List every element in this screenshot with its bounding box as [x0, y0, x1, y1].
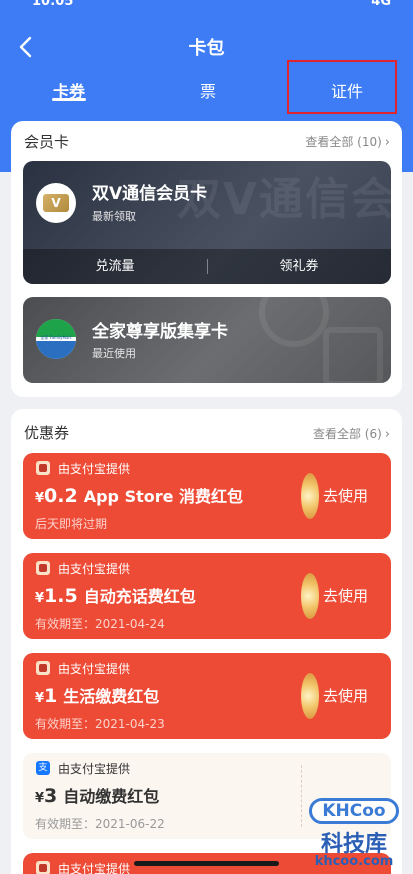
dashed-divider [301, 765, 302, 827]
member-card-shuangv[interactable]: 双V通信会 V 双V通信会员卡 最新领取 兑流量 领礼券 [23, 161, 391, 284]
currency-symbol: ¥ [35, 491, 45, 506]
coupon-name: App Store 消费红包 [83, 487, 244, 506]
tab-tickets[interactable]: 票 [188, 78, 228, 110]
use-coupon-button[interactable]: 去使用 [323, 685, 368, 706]
status-time: 10:05 [32, 0, 74, 9]
highlight-annotation-box [287, 60, 397, 114]
coupon-title: ¥1 生活缴费红包 [35, 683, 159, 707]
network-indicator: 4G [371, 0, 391, 9]
use-coupon-button[interactable]: 去使用 [323, 485, 368, 506]
status-bar: 10:05 4G [0, 0, 413, 24]
coupon-amount: 1 [44, 685, 58, 707]
section-title: 会员卡 [24, 133, 70, 151]
coupon-name: 生活缴费红包 [63, 687, 160, 706]
coupon-notch-decoration [301, 573, 319, 619]
shuangv-logo: V [36, 183, 76, 223]
view-all-label: 查看全部 (10) [305, 135, 382, 149]
redeem-data-button[interactable]: 兑流量 [23, 249, 207, 284]
page-title: 卡包 [188, 38, 225, 59]
card-subtitle: 最新领取 [92, 210, 136, 223]
get-gift-coupon-button[interactable]: 领礼券 [207, 249, 391, 284]
home-indicator[interactable] [134, 861, 279, 866]
coupon-title: ¥1.5 自动充话费红包 [35, 583, 196, 607]
alipay-logo-icon: 支 [36, 761, 50, 775]
card-name: 双V通信会员卡 [92, 184, 208, 204]
coupon-card[interactable]: 由支付宝提供 ¥0.2 App Store 消费红包 后天即将过期 去使用 [23, 453, 391, 539]
alipay-redpacket-icon [36, 561, 50, 575]
coupon-name: 自动充话费红包 [83, 587, 196, 606]
chevron-right-icon: › [384, 427, 390, 442]
coupon-expiry: 有效期至：2021-04-23 [35, 717, 165, 731]
coupon-amount: 1.5 [44, 585, 78, 607]
use-coupon-button[interactable]: 去使用 [323, 585, 368, 606]
card-logo-letter: V [43, 194, 69, 212]
familymart-logo: 全家 FamilyMart [36, 319, 76, 359]
coupon-card[interactable]: 由支付宝提供 ¥1 生活缴费红包 有效期至：2021-04-23 去使用 [23, 653, 391, 739]
coupon-provider: 由支付宝提供 [58, 462, 131, 476]
coupon-provider: 由支付宝提供 [58, 762, 131, 776]
coupon-notch-decoration [301, 673, 319, 719]
active-tab-indicator [52, 98, 86, 101]
decorative-shape [323, 327, 383, 383]
watermark-brand: KHCoo [309, 798, 399, 824]
coupon-expiry: 有效期至：2021-06-22 [35, 817, 165, 831]
card-name: 全家尊享版集享卡 [92, 322, 228, 342]
chevron-right-icon: › [384, 135, 390, 150]
section-title: 优惠券 [24, 424, 70, 442]
view-all-members-link[interactable]: 查看全部 (10) › [305, 133, 390, 150]
coupon-title: ¥3 自动缴费红包 [35, 783, 159, 807]
alipay-redpacket-icon [36, 861, 50, 874]
decorative-shape [259, 297, 329, 347]
view-all-coupons-link[interactable]: 查看全部 (6) › [313, 425, 390, 442]
coupon-card[interactable]: 由支付宝提供 ¥1.5 自动充话费红包 有效期至：2021-04-24 去使用 [23, 553, 391, 639]
card-watermark-text: 双V通信会 [176, 174, 391, 225]
coupon-provider: 由支付宝提供 [58, 662, 131, 676]
card-subtitle: 最近使用 [92, 347, 136, 360]
currency-symbol: ¥ [35, 791, 45, 806]
watermark-url: khcoo.com [314, 854, 394, 869]
alipay-redpacket-icon [36, 661, 50, 675]
coupon-amount: 3 [44, 785, 58, 807]
tab-coupons[interactable]: 卡券 [48, 78, 90, 110]
coupon-amount: 0.2 [44, 485, 78, 507]
member-card-familymart[interactable]: 全家 FamilyMart 全家尊享版集享卡 最近使用 [23, 297, 391, 383]
currency-symbol: ¥ [35, 691, 45, 706]
coupon-notch-decoration [301, 473, 319, 519]
coupon-provider: 由支付宝提供 [58, 562, 131, 576]
coupon-provider: 由支付宝提供 [58, 862, 131, 874]
coupon-expiry: 有效期至：2021-04-24 [35, 617, 165, 631]
khcoo-watermark-logo: KHCoo 科技库 khcoo.com [305, 796, 403, 870]
view-all-label: 查看全部 (6) [312, 427, 382, 441]
coupon-expiry: 后天即将过期 [35, 517, 108, 531]
coupon-title: ¥0.2 App Store 消费红包 [35, 483, 243, 507]
member-cards-section: 会员卡 查看全部 (10) › 双V通信会 V 双V通信会员卡 最新领取 兑流量 … [11, 121, 402, 397]
currency-symbol: ¥ [35, 591, 45, 606]
coupon-name: 自动缴费红包 [63, 787, 160, 806]
alipay-redpacket-icon [36, 461, 50, 475]
card-actions: 兑流量 领礼券 [23, 249, 391, 284]
